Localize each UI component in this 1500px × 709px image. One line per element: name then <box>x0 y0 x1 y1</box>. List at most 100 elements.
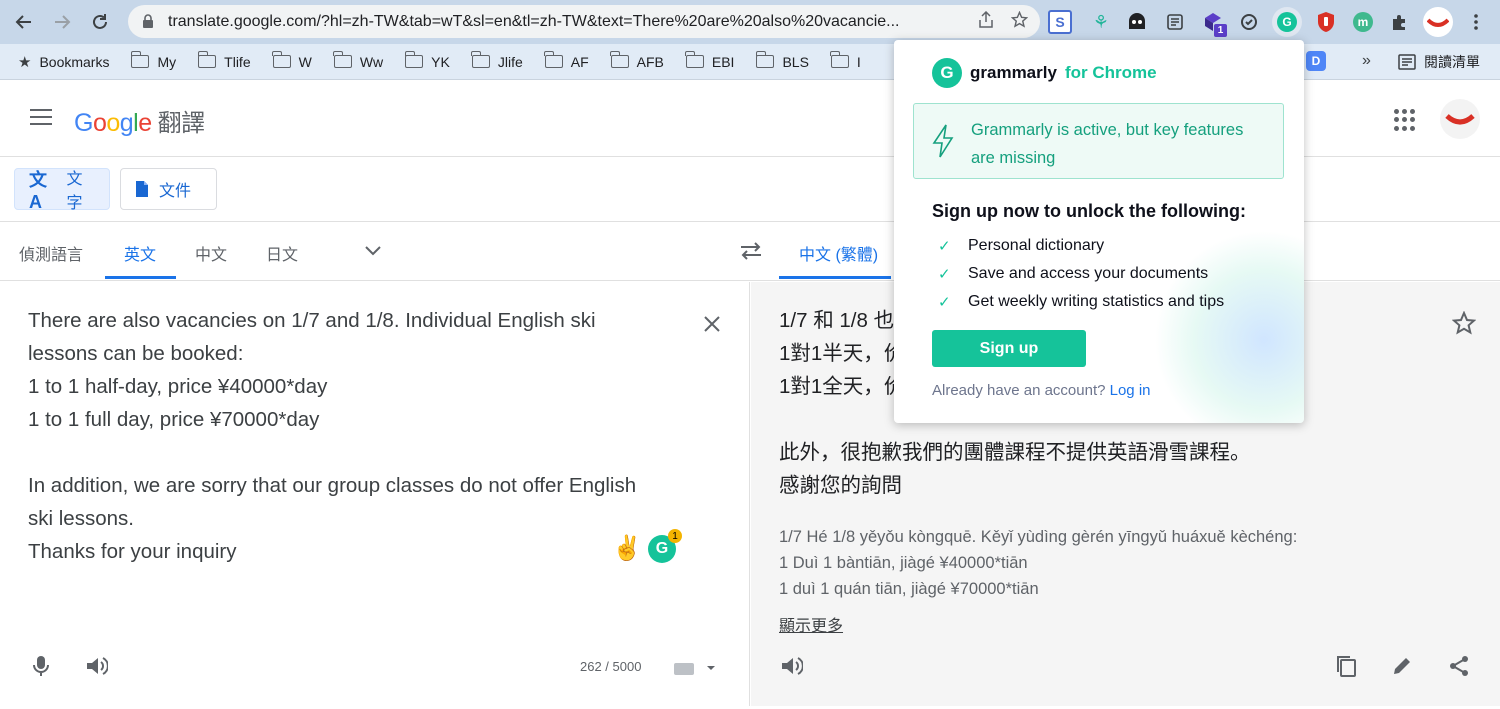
browser-toolbar: translate.google.com/?hl=zh-TW&tab=wT&sl… <box>0 0 1500 44</box>
folder-icon <box>610 51 629 68</box>
grammarly-brand: G grammarly for Chrome <box>932 58 1157 88</box>
check-icon: ✓ <box>938 294 951 311</box>
reload-icon[interactable] <box>86 8 114 36</box>
extensions-puzzle-icon[interactable] <box>1385 7 1415 37</box>
grammarly-feature: ✓ Get weekly writing statistics and tips <box>938 293 1225 311</box>
copy-icon[interactable] <box>1332 652 1360 680</box>
extension-ghost-icon[interactable] <box>1122 7 1152 37</box>
folder-icon <box>197 51 217 68</box>
url-text[interactable]: translate.google.com/?hl=zh-TW&tab=wT&sl… <box>168 13 968 31</box>
browser-menu-icon[interactable] <box>1461 7 1491 37</box>
extension-badge: 1 <box>1214 24 1227 37</box>
check-icon: ✓ <box>938 266 951 283</box>
main-menu-icon[interactable] <box>30 109 52 130</box>
grammarly-logo-icon: G <box>932 58 962 88</box>
extension-cube-icon[interactable]: 1 <box>1198 7 1228 37</box>
clear-source-close-icon[interactable] <box>698 310 726 338</box>
reading-list-icon <box>1398 54 1416 70</box>
bookmark-folder[interactable]: W <box>272 51 312 70</box>
bookmark-folder[interactable]: EBI <box>685 51 734 70</box>
logo-letter: g <box>119 109 134 137</box>
folder-icon <box>333 51 352 68</box>
decorative-glow <box>1154 230 1304 423</box>
bookmark-folder[interactable]: YK <box>404 51 450 70</box>
bookmark-app-icon[interactable]: D <box>1306 51 1326 71</box>
show-more-link[interactable]: 顯示更多 <box>779 612 843 636</box>
emoji-victory-hand: ✌️ <box>612 535 642 562</box>
grammarly-popup: G grammarly for Chrome Grammarly is acti… <box>894 40 1304 423</box>
bookmark-all[interactable]: ★ Bookmarks <box>18 53 109 71</box>
mode-text-button[interactable]: 文A 文字 <box>14 168 110 212</box>
reading-list[interactable]: 閱讀清單 <box>1398 52 1480 72</box>
more-source-langs-chevron-down-icon[interactable] <box>365 243 381 261</box>
google-logo: Google <box>74 109 152 137</box>
save-translation-star-icon[interactable] <box>1450 309 1478 337</box>
source-panel: There are also vacancies on 1/7 and 1/8.… <box>0 282 750 706</box>
forward-icon[interactable] <box>48 8 76 36</box>
grammarly-login-link[interactable]: Log in <box>1110 382 1151 399</box>
check-icon: ✓ <box>938 238 951 255</box>
account-avatar[interactable] <box>1440 99 1480 139</box>
logo-letter: e <box>138 109 152 137</box>
source-lang-japanese[interactable]: 日文 <box>266 241 298 265</box>
microphone-icon[interactable] <box>27 652 55 680</box>
bookmark-folder[interactable]: I <box>830 51 861 70</box>
bookmark-folder[interactable]: My <box>130 51 176 70</box>
target-lang-underline <box>779 276 891 279</box>
bookmark-folder[interactable]: AFB <box>610 51 664 70</box>
profile-avatar-icon[interactable] <box>1423 7 1453 37</box>
source-lang-chinese[interactable]: 中文 <box>195 241 227 265</box>
grammarly-extension-icon[interactable]: G <box>1272 7 1302 37</box>
extension-m-icon[interactable]: m <box>1348 7 1378 37</box>
extension-shield-icon[interactable] <box>1311 7 1341 37</box>
grammarly-feature: ✓ Personal dictionary <box>938 237 1105 255</box>
grammarly-signup-button[interactable]: Sign up <box>932 330 1086 367</box>
folder-icon <box>130 51 150 68</box>
document-icon <box>136 181 148 197</box>
swap-languages-icon[interactable] <box>739 241 763 266</box>
source-lang-detect[interactable]: 偵測語言 <box>19 241 83 265</box>
bookmark-folder[interactable]: BLS <box>755 51 809 70</box>
extension-s-icon[interactable]: S <box>1048 10 1072 34</box>
bookmark-folder[interactable]: Jlife <box>471 51 523 70</box>
folder-icon <box>471 51 490 68</box>
extension-reader-icon[interactable] <box>1160 7 1190 37</box>
mode-document-button[interactable]: 文件 <box>120 168 217 210</box>
back-icon[interactable] <box>10 8 38 36</box>
star-icon: ★ <box>18 53 32 71</box>
edit-pencil-icon[interactable] <box>1388 652 1416 680</box>
target-lang-traditional-chinese[interactable]: 中文 (繁體) <box>799 241 878 265</box>
bookmark-folder[interactable]: Tlife <box>197 51 251 70</box>
grammarly-status-alert: Grammarly is active, but key features ar… <box>913 103 1284 179</box>
bookmark-star-icon[interactable] <box>1010 10 1029 33</box>
google-translate-logo[interactable]: Google 翻譯 <box>74 103 205 138</box>
grammarly-heading: Sign up now to unlock the following: <box>932 201 1246 221</box>
folder-icon <box>544 51 563 68</box>
keyboard-icon[interactable] <box>672 654 718 682</box>
logo-letter: o <box>106 109 120 137</box>
output-speaker-icon[interactable] <box>778 652 806 680</box>
lightning-icon <box>932 124 954 163</box>
share-icon[interactable] <box>979 10 993 33</box>
folder-icon <box>755 51 775 68</box>
bookmark-folder[interactable]: AF <box>544 51 589 70</box>
grammarly-footer: Already have an account? Log in <box>932 382 1151 399</box>
extension-sync-icon[interactable] <box>1234 7 1264 37</box>
logo-letter: o <box>92 109 107 137</box>
transliteration: 1/7 Hé 1/8 yěyǒu kòngquē. Kěyǐ yùdìng gè… <box>779 528 1298 598</box>
bookmark-folder[interactable]: Ww <box>333 51 383 70</box>
source-speaker-icon[interactable] <box>83 652 111 680</box>
folder-icon <box>830 51 849 68</box>
address-bar[interactable]: translate.google.com/?hl=zh-TW&tab=wT&sl… <box>128 5 1040 38</box>
source-lang-english[interactable]: 英文 <box>124 241 156 265</box>
source-lang-underline <box>105 276 176 279</box>
extension-runner-icon[interactable]: ⚘ <box>1086 7 1116 37</box>
grammarly-suggestion-count: 1 <box>668 529 682 543</box>
share-translation-icon[interactable] <box>1445 652 1473 680</box>
source-textarea[interactable]: There are also vacancies on 1/7 and 1/8.… <box>28 304 668 568</box>
character-count: 262 / 5000 <box>580 659 642 674</box>
apps-grid-icon[interactable] <box>1394 109 1416 131</box>
folder-icon <box>404 51 424 68</box>
lock-icon[interactable] <box>128 14 168 29</box>
bookmarks-overflow[interactable]: » <box>1362 52 1371 70</box>
